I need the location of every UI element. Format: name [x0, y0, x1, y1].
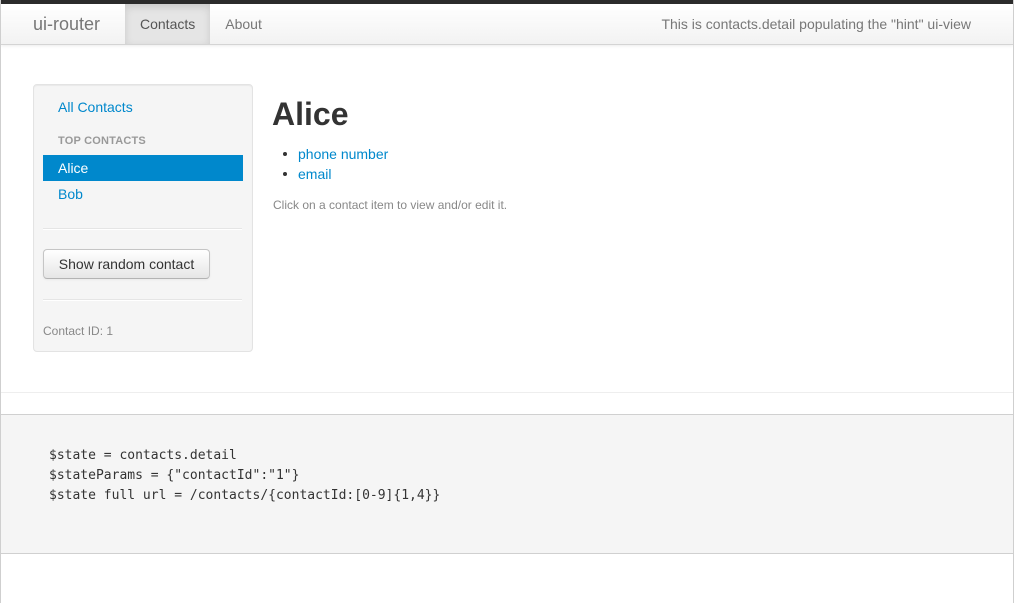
- tab-about[interactable]: About: [210, 4, 277, 44]
- hint-view-text: This is contacts.detail populating the "…: [661, 16, 971, 32]
- sidebar-item-bob[interactable]: Bob: [58, 184, 83, 204]
- sidebar-divider: [43, 299, 242, 301]
- contacts-sidebar: All Contacts TOP CONTACTS Alice Bob Show…: [33, 84, 253, 352]
- horizontal-rule: [1, 392, 1013, 393]
- navbar: ui-router Contacts About This is contact…: [1, 0, 1013, 45]
- all-contacts-link[interactable]: All Contacts: [58, 97, 133, 117]
- sidebar-divider: [43, 228, 242, 230]
- sidebar-item-alice[interactable]: Alice: [43, 155, 243, 181]
- list-item: email: [282, 164, 388, 184]
- help-text: Click on a contact item to view and/or e…: [273, 198, 508, 212]
- contact-id-label: Contact ID: 1: [43, 324, 114, 338]
- top-contacts-header: TOP CONTACTS: [58, 135, 146, 147]
- state-params-line: $stateParams = {"contactId":"1"}: [49, 468, 300, 483]
- nav-tabs: Contacts About: [125, 4, 277, 44]
- tab-contacts[interactable]: Contacts: [125, 4, 211, 44]
- email-link[interactable]: email: [298, 166, 331, 182]
- list-item: phone number: [282, 144, 388, 164]
- show-random-contact-button[interactable]: Show random contact: [43, 249, 210, 279]
- contact-name-title: Alice: [272, 96, 349, 132]
- contact-items-list: phone number email: [272, 144, 388, 184]
- state-url-line: $state full url = /contacts/{contactId:[…: [49, 488, 441, 503]
- page: ui-router Contacts About This is contact…: [0, 0, 1014, 603]
- state-debug-panel: $state = contacts.detail $stateParams = …: [1, 414, 1013, 554]
- state-name-line: $state = contacts.detail: [49, 448, 237, 463]
- brand-link[interactable]: ui-router: [33, 13, 100, 35]
- phone-number-link[interactable]: phone number: [298, 146, 388, 162]
